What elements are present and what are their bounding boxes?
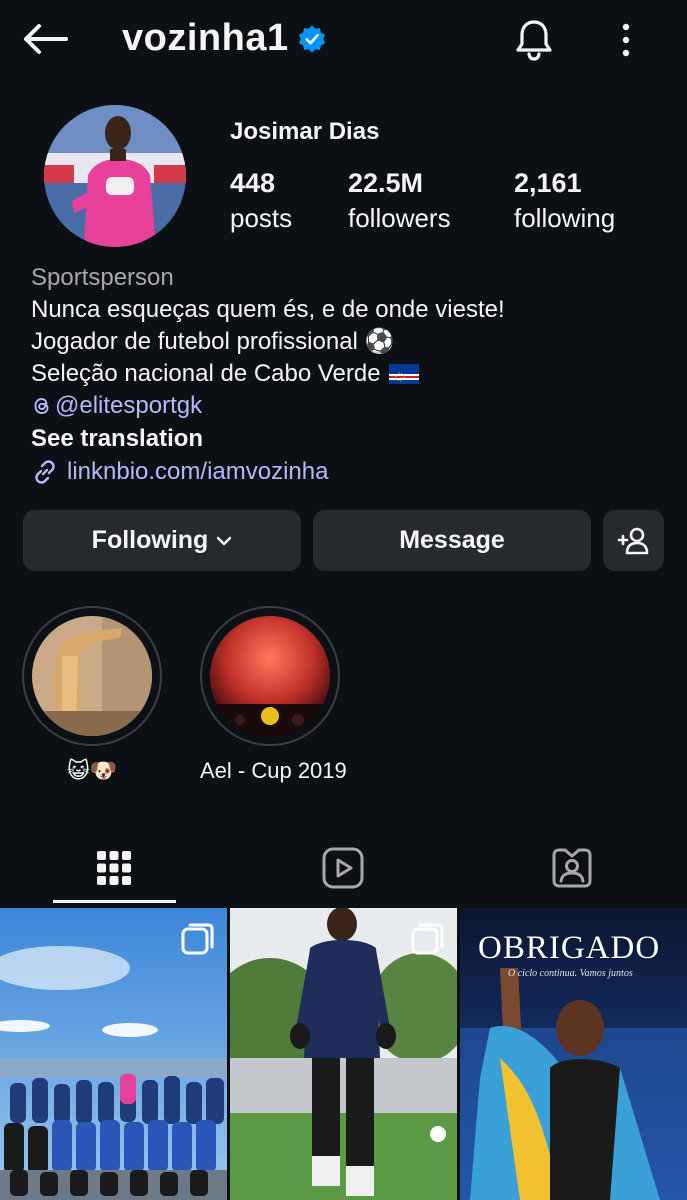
bio-link[interactable]: linknbio.com/iamvozinha (31, 455, 651, 489)
tab-reels[interactable] (283, 835, 403, 901)
threads-handle: @elitesportgk (55, 392, 203, 419)
grid-post[interactable]: OBRIGADO O ciclo continua. Vamos juntos (460, 908, 687, 1200)
username: vozinha1 (122, 17, 289, 59)
highlight-ring (22, 606, 162, 746)
cape-verde-flag-icon (388, 364, 419, 384)
followers-label: followers (348, 203, 451, 233)
threads-handle-link[interactable]: @elitesportgk (31, 390, 651, 422)
followers-count: 22.5M (348, 168, 424, 198)
profile-full-name: Josimar Dias (230, 118, 380, 145)
highlight-label: 😺🐶 (66, 758, 118, 783)
suggested-users-button[interactable] (603, 510, 664, 571)
posts-stat[interactable]: 448 posts (230, 168, 292, 234)
highlight-label: Ael - Cup 2019 (200, 758, 347, 783)
carousel-icon (411, 923, 444, 955)
bio-line: Nunca esqueças quem és, e de onde vieste… (31, 296, 505, 323)
following-label: following (514, 203, 616, 233)
profile-category: Sportsperson (31, 264, 174, 291)
post-overlay-title: OBRIGADO (478, 930, 661, 966)
following-stat[interactable]: 2,161 following (514, 168, 615, 234)
chevron-down-icon (217, 536, 232, 545)
bio-line-with-flag: Seleção nacional de Cabo Verde (31, 358, 651, 390)
see-translation-button[interactable]: See translation (31, 423, 651, 455)
more-options-button[interactable] (608, 16, 644, 64)
grid-post[interactable] (0, 908, 227, 1200)
following-count: 2,161 (514, 168, 582, 198)
arrow-left-icon (24, 24, 68, 54)
profile-avatar[interactable] (44, 105, 186, 247)
more-vertical-icon (622, 23, 630, 57)
add-person-icon (617, 527, 648, 554)
story-highlight[interactable]: Ael - Cup 2019 (200, 606, 347, 784)
active-tab-indicator (53, 900, 176, 903)
bio-link-text: linknbio.com/iamvozinha (67, 458, 329, 485)
highlight-ring (200, 606, 340, 746)
tab-posts-grid[interactable] (54, 835, 174, 901)
verified-badge-icon (298, 25, 325, 52)
tab-tagged[interactable] (512, 835, 632, 901)
followers-stat[interactable]: 22.5M followers (348, 168, 451, 234)
carousel-icon (181, 923, 214, 955)
tagged-icon (552, 848, 592, 888)
notifications-button[interactable] (510, 16, 558, 64)
highlight-cover (210, 616, 330, 736)
back-button[interactable] (20, 18, 70, 60)
highlight-cover (32, 616, 152, 736)
following-button-label: Following (91, 526, 209, 554)
posts-label: posts (230, 203, 293, 233)
link-icon (35, 460, 55, 484)
profile-bio: Sportsperson Nunca esqueças quem és, e d… (31, 262, 651, 489)
grid-icon (97, 851, 131, 885)
avatar-image (44, 105, 186, 247)
message-button[interactable]: Message (313, 510, 591, 571)
top-bar: vozinha1 (0, 0, 687, 80)
threads-icon (34, 398, 49, 414)
grid-post[interactable] (230, 908, 457, 1200)
message-button-label: Message (399, 526, 505, 554)
bio-line: Jogador de futebol profissional ⚽ (31, 328, 395, 355)
following-button[interactable]: Following (23, 510, 301, 571)
posts-count: 448 (230, 168, 276, 198)
post-overlay-subtitle: O ciclo continua. Vamos juntos (508, 968, 633, 979)
bell-icon (516, 20, 552, 61)
bio-line-text: Seleção nacional de Cabo Verde (31, 360, 381, 387)
username-header: vozinha1 (122, 17, 327, 60)
reels-icon (322, 847, 364, 889)
story-highlight[interactable]: 😺🐶 (22, 606, 162, 784)
